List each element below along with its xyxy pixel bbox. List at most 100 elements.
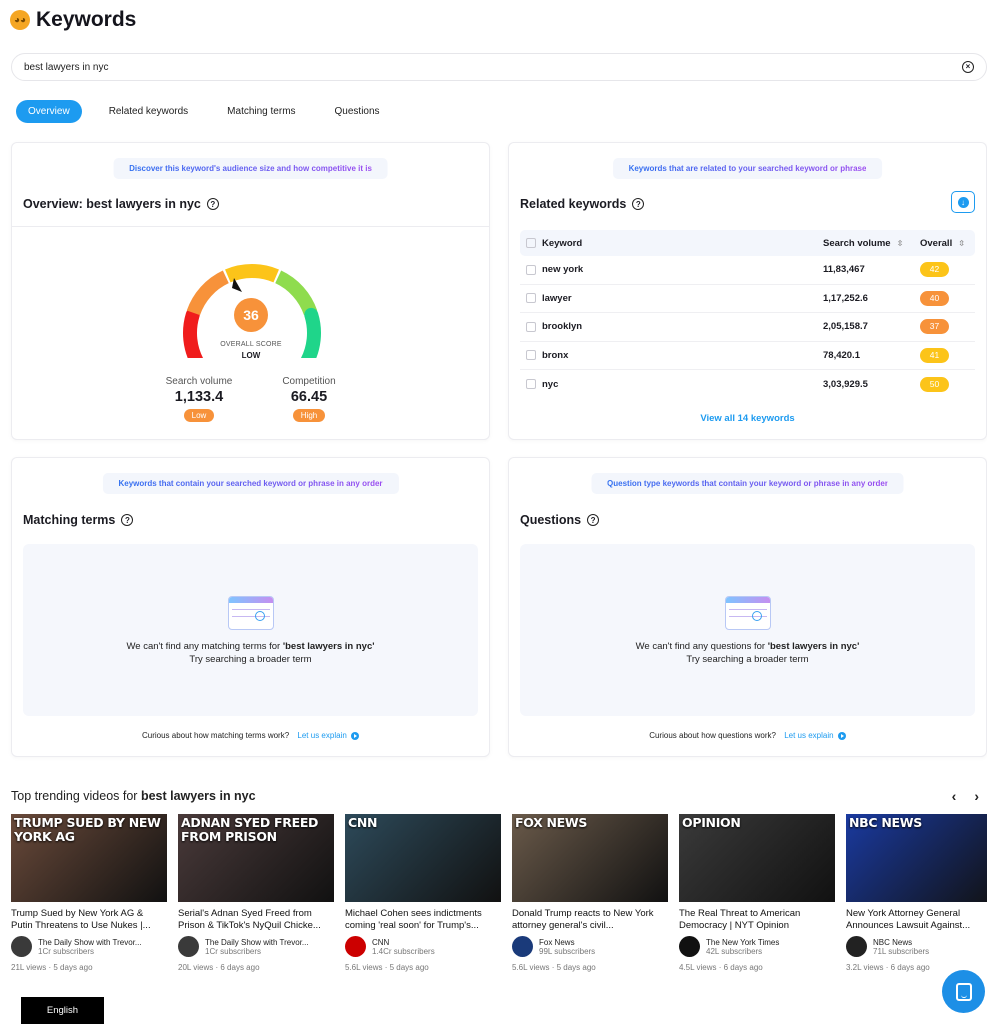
overview-title-text: Overview: best lawyers in nyc <box>23 197 201 211</box>
column-overall[interactable]: Overall ⇳ <box>920 238 975 249</box>
page-title: Keywords <box>36 8 137 31</box>
channel-subscribers: 42L subscribers <box>706 946 763 956</box>
chevron-left-icon[interactable]: ‹ <box>952 788 957 804</box>
help-icon[interactable]: ? <box>632 198 645 210</box>
related-title: Related keywords ? <box>520 197 645 211</box>
keyword-cell: brooklyn <box>542 321 583 333</box>
channel-name[interactable]: Fox News <box>539 938 595 947</box>
overall-cell: 40 <box>920 290 975 306</box>
overall-score-rating: LOW <box>241 351 261 360</box>
help-icon[interactable]: ? <box>121 514 134 526</box>
tab-overview[interactable]: Overview <box>16 100 82 123</box>
video-card[interactable]: NBC NEWS New York Attorney General Annou… <box>846 814 987 972</box>
download-icon: ↓ <box>957 196 969 208</box>
row-checkbox[interactable] <box>526 293 536 304</box>
video-meta: 5.6L views · 5 days ago <box>512 963 596 972</box>
video-title[interactable]: New York Attorney General Announces Laws… <box>846 908 987 932</box>
channel-avatar <box>512 936 533 957</box>
download-button[interactable]: ↓ <box>951 191 975 213</box>
video-title[interactable]: Trump Sued by New York AG & Putin Threat… <box>11 908 167 932</box>
competition-label: Competition <box>282 376 336 387</box>
overall-cell: 37 <box>920 319 975 335</box>
channel-name[interactable]: CNN <box>372 938 435 947</box>
thumbnail-text: CNN <box>348 815 378 830</box>
video-thumbnail[interactable]: NBC NEWS <box>846 814 987 902</box>
help-icon[interactable]: ? <box>587 514 600 526</box>
matching-terms-card: Keywords that contain your searched keyw… <box>11 457 490 757</box>
video-card[interactable]: FOX NEWS Donald Trump reacts to New York… <box>512 814 668 972</box>
keyword-cell: bronx <box>542 349 569 361</box>
video-thumbnail[interactable]: OPINION <box>679 814 835 902</box>
channel-subscribers: 1Cr subscribers <box>38 946 95 956</box>
competition-badge: High <box>292 409 326 422</box>
channel-name[interactable]: The New York Times <box>706 938 779 947</box>
video-title[interactable]: The Real Threat to American Democracy | … <box>679 908 835 932</box>
video-card[interactable]: CNN Michael Cohen sees indictments comin… <box>345 814 501 972</box>
view-all-keywords-link[interactable]: View all 14 keywords <box>509 413 986 424</box>
overall-score: 36 <box>234 298 268 332</box>
video-thumbnail[interactable]: TRUMP SUED BY NEW YORK AG <box>11 814 167 902</box>
search-input[interactable] <box>24 61 962 73</box>
video-thumbnail[interactable]: ADNAN SYED FREED FROM PRISON <box>178 814 334 902</box>
table-body: new york 11,83,467 42 lawyer 1,17,252.6 … <box>520 256 975 399</box>
channel-name[interactable]: The Daily Show with Trevor... <box>205 938 309 947</box>
tab-related-keywords[interactable]: Related keywords <box>97 100 200 123</box>
video-thumbnail[interactable]: CNN <box>345 814 501 902</box>
search-volume-cell: 1,17,252.6 <box>823 292 868 304</box>
video-thumbnail[interactable]: FOX NEWS <box>512 814 668 902</box>
video-meta: 20L views · 6 days ago <box>178 963 260 972</box>
gauge-segment <box>225 264 279 283</box>
row-checkbox[interactable] <box>526 350 536 361</box>
thumbnail-text: NBC NEWS <box>849 815 922 830</box>
row-checkbox[interactable] <box>526 264 536 275</box>
video-card[interactable]: ADNAN SYED FREED FROM PRISON Serial's Ad… <box>178 814 334 972</box>
trending-title: Top trending videos for best lawyers in … <box>11 789 256 803</box>
gauge-segment <box>186 270 230 316</box>
chevron-right-icon[interactable]: › <box>974 788 979 804</box>
clear-search-icon[interactable]: × <box>962 61 974 73</box>
related-keywords-card: Keywords that are related to your search… <box>508 142 987 440</box>
let-us-explain-link[interactable]: Let us explain <box>297 731 360 740</box>
nerd-face-icon: ◕◕ <box>10 10 30 30</box>
overall-cell: 42 <box>920 262 975 278</box>
channel-name[interactable]: NBC News <box>873 938 929 947</box>
column-search-volume[interactable]: Search volume ⇳ <box>823 238 920 249</box>
channel-subscribers: 1Cr subscribers <box>205 946 262 956</box>
keywords-page: ◕◕ Keywords × Overview Related keywords … <box>0 0 987 1024</box>
select-all-checkbox[interactable] <box>526 238 536 248</box>
table-row: nyc 3,03,929.5 50 <box>520 370 975 399</box>
sort-icon: ⇳ <box>896 238 904 248</box>
let-us-explain-link[interactable]: Let us explain <box>784 731 846 740</box>
video-title[interactable]: Serial's Adnan Syed Freed from Prison & … <box>178 908 334 932</box>
row-checkbox[interactable] <box>526 379 536 390</box>
video-meta: 4.5L views · 6 days ago <box>679 963 763 972</box>
language-selector[interactable]: English <box>21 997 104 1024</box>
matching-title: Matching terms ? <box>23 513 134 527</box>
table-row: bronx 78,420.1 41 <box>520 342 975 370</box>
tab-matching-terms[interactable]: Matching terms <box>215 100 307 123</box>
video-title[interactable]: Donald Trump reacts to New York attorney… <box>512 908 668 932</box>
overall-score-badge: 42 <box>920 262 949 278</box>
chat-button[interactable] <box>942 970 985 1013</box>
play-icon <box>351 731 360 740</box>
video-card[interactable]: OPINION The Real Threat to American Demo… <box>679 814 835 972</box>
page-header: ◕◕ Keywords <box>10 8 136 32</box>
play-icon <box>837 731 846 740</box>
thumbnail-text: FOX NEWS <box>515 815 588 830</box>
overview-card: Discover this keyword's audience size an… <box>11 142 490 440</box>
empty-message: We can't find any matching terms for 'be… <box>126 641 375 665</box>
row-checkbox[interactable] <box>526 321 536 332</box>
video-list: TRUMP SUED BY NEW YORK AG Trump Sued by … <box>11 814 987 972</box>
channel-info: The Daily Show with Trevor... 1Cr subscr… <box>178 936 334 957</box>
help-icon[interactable]: ? <box>206 198 219 210</box>
channel-avatar <box>11 936 32 957</box>
channel-info: Fox News 99L subscribers <box>512 936 668 957</box>
video-card[interactable]: TRUMP SUED BY NEW YORK AG Trump Sued by … <box>11 814 167 972</box>
overview-hint: Discover this keyword's audience size an… <box>113 158 388 179</box>
channel-name[interactable]: The Daily Show with Trevor... <box>38 938 142 947</box>
tab-questions[interactable]: Questions <box>323 100 392 123</box>
video-title[interactable]: Michael Cohen sees indictments coming 'r… <box>345 908 501 932</box>
thumbnail-text: OPINION <box>682 815 741 830</box>
questions-title: Questions ? <box>520 513 600 527</box>
channel-avatar <box>679 936 700 957</box>
